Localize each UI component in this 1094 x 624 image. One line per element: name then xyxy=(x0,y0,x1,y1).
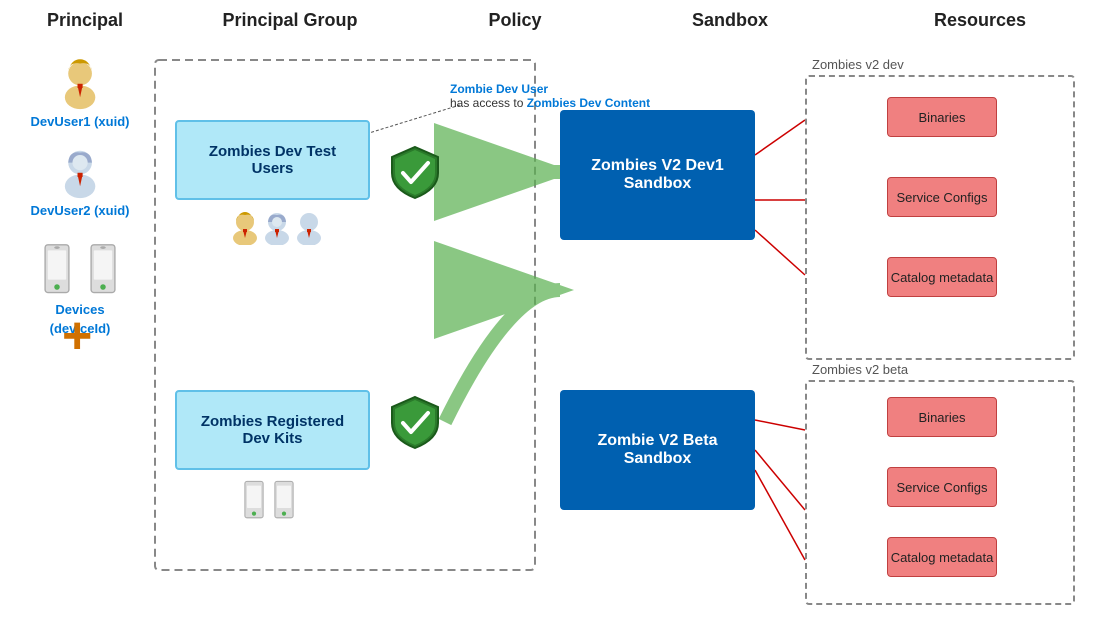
annotation-link: Zombie Dev User xyxy=(450,82,548,96)
devuser1-label: DevUser1 (xuid) xyxy=(31,114,130,129)
mini-devices-group xyxy=(240,480,298,522)
device1-icon xyxy=(38,243,76,298)
sandbox-top: Zombies V2 Dev1 Sandbox xyxy=(560,110,755,240)
device2-icon xyxy=(84,243,122,298)
annotation-dev-content: Zombies Dev Content xyxy=(527,96,650,110)
mini-user1-icon xyxy=(230,210,260,245)
devuser2-label: DevUser2 (xuid) xyxy=(31,203,130,218)
shield-bottom-icon xyxy=(390,395,440,450)
resource-binaries-top: Binaries xyxy=(887,97,997,137)
resource-service-configs-top: Service Configs xyxy=(887,177,997,217)
devuser2-avatar-icon xyxy=(53,144,108,199)
resource-service-configs-bottom: Service Configs xyxy=(887,467,997,507)
resources-bottom-label: Zombies v2 beta xyxy=(812,362,908,377)
group-top-label: Zombies Dev Test Users xyxy=(187,143,358,177)
plus-sign: + xyxy=(62,310,92,362)
devuser1-avatar-icon xyxy=(53,55,108,110)
group-box-bottom: Zombies Registered Dev Kits xyxy=(175,390,370,470)
resources-top-box: Zombies v2 dev Binaries Service Configs … xyxy=(805,75,1075,360)
resource-catalog-metadata-top: Catalog metadata xyxy=(887,257,997,297)
resource-binaries-bottom: Binaries xyxy=(887,397,997,437)
sandbox-bottom: Zombie V2 Beta Sandbox xyxy=(560,390,755,510)
header-principal-group: Principal Group xyxy=(190,10,390,31)
devuser2-block: DevUser2 (xuid) xyxy=(10,144,150,218)
mini-user2-icon xyxy=(262,210,292,245)
resources-top-label: Zombies v2 dev xyxy=(812,57,904,72)
devices-icons xyxy=(38,243,122,298)
resource-catalog-metadata-bottom: Catalog metadata xyxy=(887,537,997,577)
annotation-text: has access to Zombies Dev Content xyxy=(450,96,650,110)
annotation-block: Zombie Dev User has access to Zombies De… xyxy=(450,82,650,110)
group-bottom-label: Zombies Registered Dev Kits xyxy=(187,413,358,447)
resources-bottom-box: Zombies v2 beta Binaries Service Configs… xyxy=(805,380,1075,605)
principal-section: DevUser1 (xuid) DevUser2 (xuid) xyxy=(10,55,150,336)
annotation-has-access: has access to xyxy=(450,96,527,110)
sandbox-top-label: Zombies V2 Dev1 Sandbox xyxy=(570,157,745,193)
devuser1-block: DevUser1 (xuid) xyxy=(10,55,150,129)
shield-top-icon xyxy=(390,145,440,200)
group-box-top: Zombies Dev Test Users xyxy=(175,120,370,200)
mini-user3-icon xyxy=(294,210,324,245)
sandbox-bottom-label: Zombie V2 Beta Sandbox xyxy=(570,432,745,468)
header-resources: Resources xyxy=(890,10,1070,31)
mini-device2-icon xyxy=(270,480,298,522)
mini-users-group xyxy=(230,210,324,245)
header-sandbox: Sandbox xyxy=(630,10,830,31)
header-policy: Policy xyxy=(450,10,580,31)
mini-device1-icon xyxy=(240,480,268,522)
header-principal: Principal xyxy=(10,10,160,31)
